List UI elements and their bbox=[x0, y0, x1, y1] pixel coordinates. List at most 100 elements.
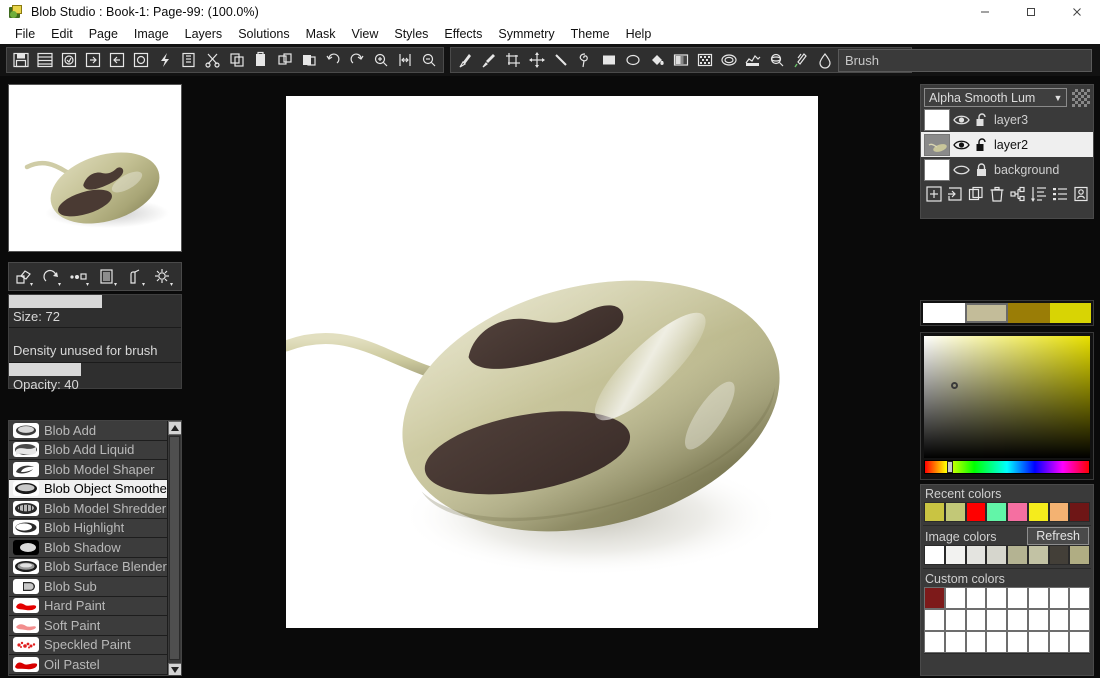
pattern-tool-icon[interactable] bbox=[694, 49, 716, 71]
layer-row[interactable]: background bbox=[921, 157, 1093, 182]
brush-list-item[interactable]: Blob Add bbox=[9, 421, 169, 441]
menu-item-view[interactable]: View bbox=[344, 25, 387, 44]
book-index-icon[interactable] bbox=[178, 49, 200, 71]
menu-item-mask[interactable]: Mask bbox=[298, 25, 344, 44]
gradient-tool-icon[interactable] bbox=[670, 49, 692, 71]
brush-list-item[interactable]: Blob Surface Blender bbox=[9, 557, 169, 577]
blur-tool-icon[interactable] bbox=[814, 49, 836, 71]
menu-item-edit[interactable]: Edit bbox=[43, 25, 81, 44]
delete-layer-icon[interactable] bbox=[986, 184, 1007, 205]
custom-color-swatch[interactable] bbox=[965, 587, 987, 609]
recent-color-swatch[interactable] bbox=[1027, 502, 1049, 522]
line-tool-icon[interactable] bbox=[550, 49, 572, 71]
layer-row[interactable]: layer2 bbox=[921, 132, 1093, 157]
custom-color-swatch[interactable] bbox=[1027, 587, 1049, 609]
image-color-swatch[interactable] bbox=[944, 545, 966, 565]
custom-color-swatch[interactable] bbox=[944, 609, 966, 631]
menu-item-solutions[interactable]: Solutions bbox=[230, 25, 297, 44]
eyedropper-tool-icon[interactable] bbox=[478, 49, 500, 71]
custom-color-swatch[interactable] bbox=[944, 587, 966, 609]
magic-wand-tool-icon[interactable] bbox=[766, 49, 788, 71]
rotate-brush-icon[interactable] bbox=[37, 264, 65, 289]
image-color-swatch[interactable] bbox=[1027, 545, 1049, 565]
menu-item-file[interactable]: File bbox=[7, 25, 43, 44]
new-page-icon[interactable] bbox=[130, 49, 152, 71]
eye-hidden-icon[interactable] bbox=[950, 164, 972, 176]
custom-color-swatch[interactable] bbox=[965, 609, 987, 631]
brush-list-item[interactable]: Blob Shadow bbox=[9, 538, 169, 558]
checkerboard-icon[interactable] bbox=[1072, 88, 1090, 107]
brush-list-item[interactable]: Speckled Paint bbox=[9, 635, 169, 655]
custom-color-swatch[interactable] bbox=[1027, 609, 1049, 631]
copy-merged-icon[interactable] bbox=[274, 49, 296, 71]
rectangle-tool-icon[interactable] bbox=[598, 49, 620, 71]
texture-tool-icon[interactable] bbox=[718, 49, 740, 71]
menu-item-page[interactable]: Page bbox=[81, 25, 126, 44]
brush-list-item[interactable]: Blob Highlight bbox=[9, 518, 169, 538]
recent-color-swatch[interactable] bbox=[1069, 502, 1090, 522]
paste-icon[interactable] bbox=[250, 49, 272, 71]
crop-tool-icon[interactable] bbox=[502, 49, 524, 71]
brush-settings-icon[interactable] bbox=[149, 264, 177, 289]
airbrush-icon[interactable] bbox=[121, 264, 149, 289]
swatch-yellow[interactable] bbox=[1049, 303, 1091, 323]
brush-list-item[interactable]: Blob Model Shredder bbox=[9, 499, 169, 519]
brush-tool-icon[interactable] bbox=[454, 49, 476, 71]
custom-color-swatch[interactable] bbox=[944, 631, 966, 653]
menu-item-image[interactable]: Image bbox=[126, 25, 177, 44]
lock-closed-icon[interactable] bbox=[972, 162, 990, 177]
custom-color-swatch[interactable] bbox=[1007, 587, 1028, 609]
custom-color-swatch[interactable] bbox=[1048, 631, 1070, 653]
custom-color-swatch[interactable] bbox=[924, 587, 945, 609]
saturation-value-picker[interactable] bbox=[924, 336, 1090, 458]
close-button[interactable] bbox=[1054, 0, 1100, 24]
merge-layer-icon[interactable] bbox=[1007, 184, 1028, 205]
image-color-swatch[interactable] bbox=[1007, 545, 1028, 565]
recent-color-swatch[interactable] bbox=[965, 502, 987, 522]
ellipse-tool-icon[interactable] bbox=[622, 49, 644, 71]
brush-list-scrollbar[interactable] bbox=[167, 421, 181, 675]
page-preview-panel[interactable] bbox=[8, 84, 182, 252]
image-color-swatch[interactable] bbox=[986, 545, 1007, 565]
image-color-swatch[interactable] bbox=[924, 545, 945, 565]
maximize-button[interactable] bbox=[1008, 0, 1054, 24]
image-color-swatch[interactable] bbox=[965, 545, 987, 565]
brush-list-item[interactable]: Blob Add Liquid bbox=[9, 440, 169, 460]
import-page-icon[interactable] bbox=[82, 49, 104, 71]
menu-item-effects[interactable]: Effects bbox=[436, 25, 490, 44]
custom-color-swatch[interactable] bbox=[1069, 587, 1090, 609]
brush-list-item[interactable]: Blob Sub bbox=[9, 577, 169, 597]
brush-list[interactable]: Blob Add Blob Add Liquid Blob Model Shaper… bbox=[8, 420, 182, 676]
import-layer-icon[interactable] bbox=[944, 184, 965, 205]
save-icon[interactable] bbox=[10, 49, 32, 71]
custom-color-swatch[interactable] bbox=[986, 609, 1007, 631]
custom-color-swatch[interactable] bbox=[924, 609, 945, 631]
brush-list-item[interactable]: Blob Object Smoother bbox=[9, 479, 169, 499]
image-color-swatch[interactable] bbox=[1048, 545, 1070, 565]
zoom-in-icon[interactable] bbox=[370, 49, 392, 71]
menu-item-help[interactable]: Help bbox=[618, 25, 660, 44]
flash-icon[interactable] bbox=[154, 49, 176, 71]
brush-list-item[interactable]: Oil Pastel bbox=[9, 655, 169, 675]
opacity-slider[interactable]: Opacity: 40 bbox=[9, 363, 181, 395]
brush-list-item[interactable]: Blob Model Shaper bbox=[9, 460, 169, 480]
image-color-swatch[interactable] bbox=[1069, 545, 1090, 565]
smudge-tool-icon[interactable] bbox=[790, 49, 812, 71]
lock-open-icon[interactable] bbox=[972, 137, 990, 152]
layer-properties-icon[interactable] bbox=[1070, 184, 1091, 205]
redo-icon[interactable] bbox=[346, 49, 368, 71]
brush-list-item[interactable]: Soft Paint bbox=[9, 616, 169, 636]
scroll-up-arrow[interactable] bbox=[168, 421, 181, 435]
load-page-icon[interactable] bbox=[58, 49, 80, 71]
size-slider[interactable]: Size: 72 bbox=[9, 295, 181, 327]
sort-layers-icon[interactable] bbox=[1028, 184, 1049, 205]
paste-into-icon[interactable] bbox=[298, 49, 320, 71]
scrollbar-thumb[interactable] bbox=[169, 436, 180, 660]
menu-item-symmetry[interactable]: Symmetry bbox=[490, 25, 562, 44]
lock-open-icon[interactable] bbox=[972, 112, 990, 127]
swatch-dark-gold[interactable] bbox=[1008, 303, 1050, 323]
minimize-button[interactable] bbox=[962, 0, 1008, 24]
eye-visible-icon[interactable] bbox=[950, 139, 972, 151]
eye-visible-icon[interactable] bbox=[950, 114, 972, 126]
shape-source-icon[interactable] bbox=[9, 264, 37, 289]
